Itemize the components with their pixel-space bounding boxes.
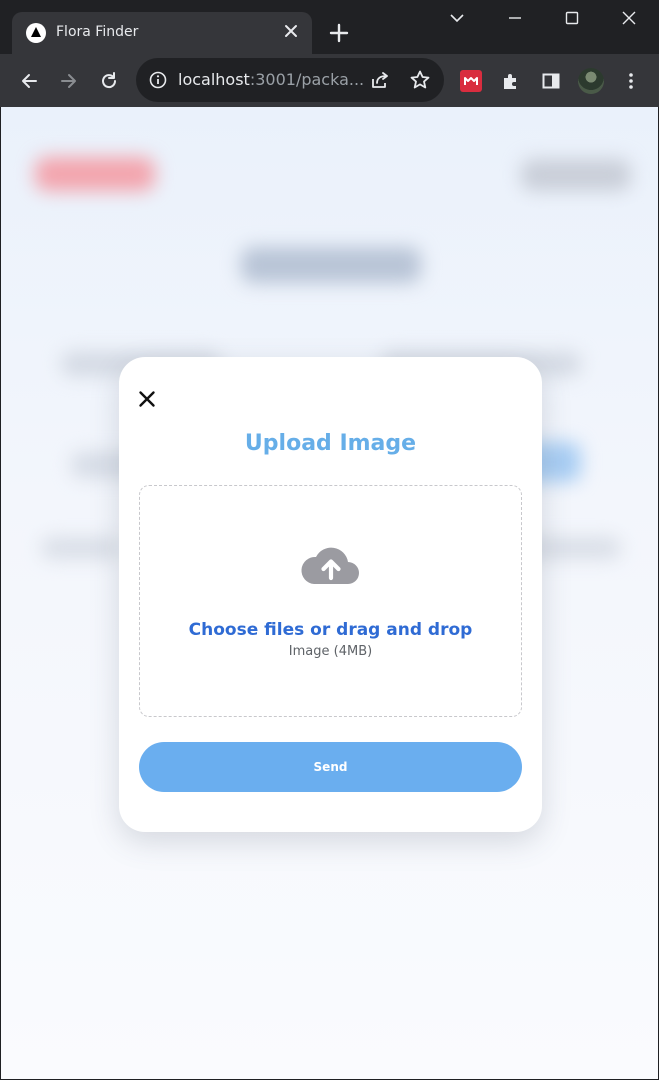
blurred-heading <box>241 247 421 283</box>
cloud-upload-icon <box>300 540 362 590</box>
extension-logo-icon[interactable] <box>460 70 482 92</box>
dropzone-subtitle: Image (4MB) <box>288 644 373 659</box>
tab-title: Flora Finder <box>56 24 139 40</box>
address-bar[interactable]: localhost:3001/packa... <box>136 58 444 102</box>
forward-arrow-icon[interactable] <box>54 66 84 96</box>
close-icon[interactable] <box>137 389 157 409</box>
url-path: :3001/packa... <box>249 70 365 89</box>
url-host: localhost <box>178 70 250 89</box>
close-window-icon[interactable] <box>612 8 646 34</box>
new-tab-plus-icon[interactable] <box>326 20 352 46</box>
url-text: localhost:3001/packa... <box>178 70 364 89</box>
blurred-row <box>41 537 121 559</box>
modal-title: Upload Image <box>244 431 417 456</box>
tab-strip: Flora Finder <box>0 0 659 54</box>
send-button[interactable]: Send <box>139 742 522 792</box>
tab-close-icon[interactable] <box>280 20 302 42</box>
blurred-logo <box>35 157 155 191</box>
tab-search-chevron-down-icon[interactable] <box>440 8 474 34</box>
side-panel-icon[interactable] <box>536 66 566 96</box>
profile-avatar[interactable] <box>578 68 604 94</box>
share-icon[interactable] <box>368 68 392 97</box>
blurred-nav-button <box>521 159 631 191</box>
site-info-icon[interactable] <box>148 70 168 95</box>
maximize-icon[interactable] <box>555 8 589 34</box>
reload-icon[interactable] <box>94 66 124 96</box>
browser-tab[interactable]: Flora Finder <box>12 12 312 54</box>
triangle-logo-icon <box>26 23 46 43</box>
browser-toolbar: localhost:3001/packa... <box>0 54 659 107</box>
page-viewport: Upload Image Choose files or drag and dr… <box>1 107 658 1079</box>
file-dropzone[interactable]: Choose files or drag and drop Image (4MB… <box>139 485 522 717</box>
bookmark-star-icon[interactable] <box>408 68 432 97</box>
dropzone-title: Choose files or drag and drop <box>188 620 473 640</box>
extensions-puzzle-icon[interactable] <box>496 66 526 96</box>
upload-image-modal: Upload Image Choose files or drag and dr… <box>119 357 542 832</box>
minimize-icon[interactable] <box>498 8 532 34</box>
kebab-menu-icon[interactable] <box>616 66 646 96</box>
back-arrow-icon[interactable] <box>14 66 44 96</box>
